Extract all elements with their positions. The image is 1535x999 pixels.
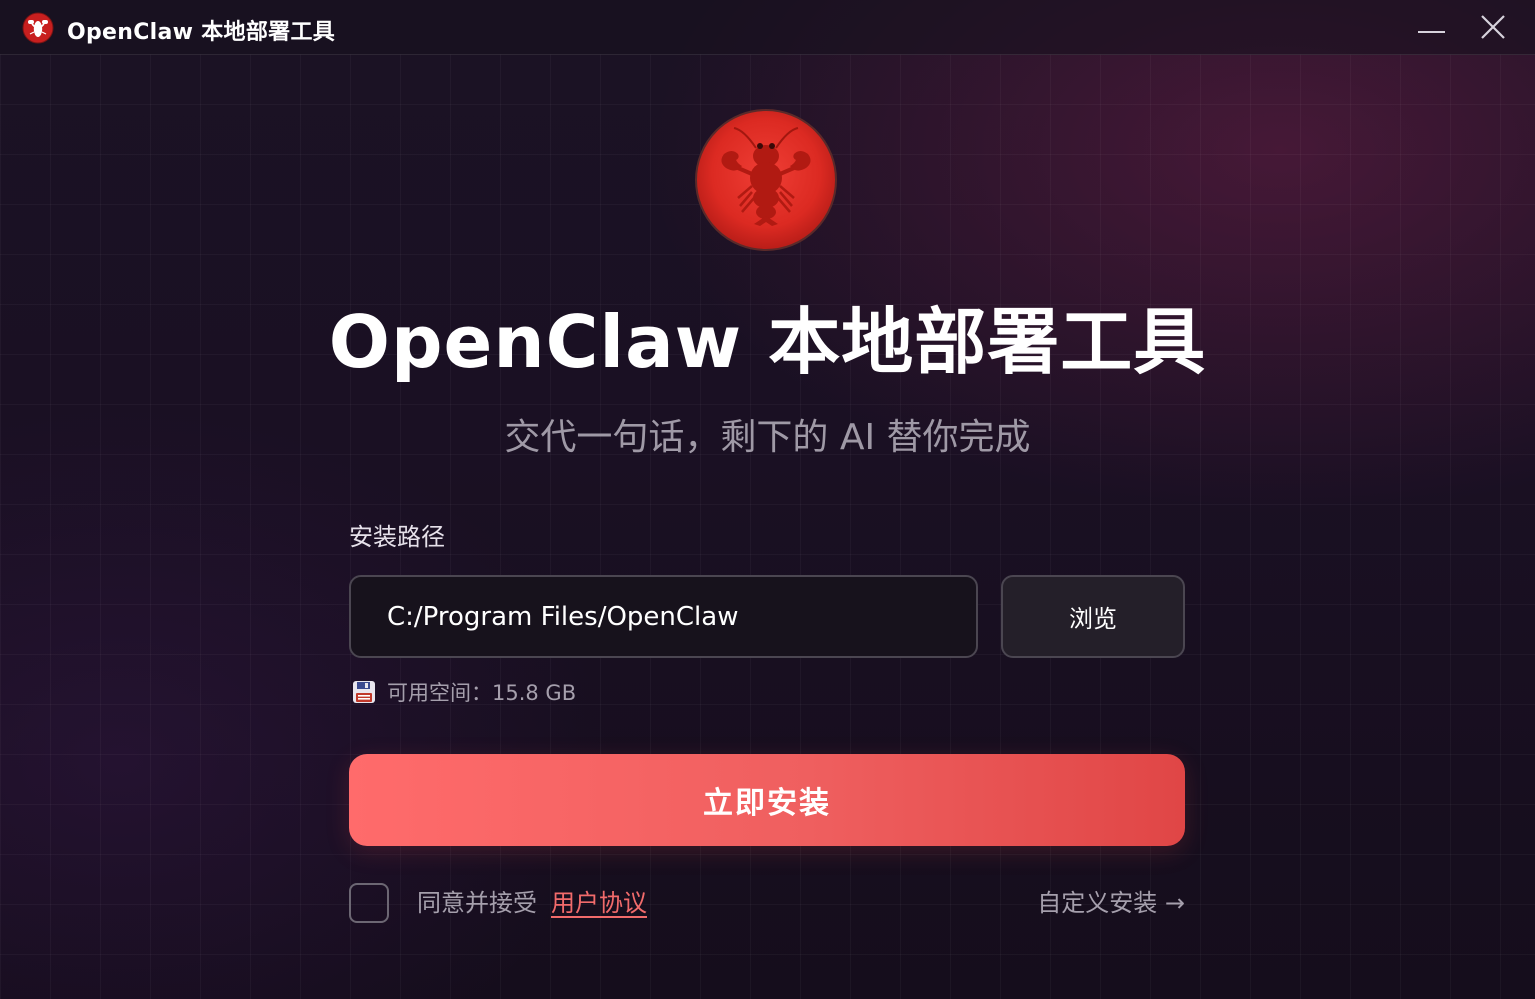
window-title: OpenClaw 本地部署工具 <box>67 20 336 45</box>
browse-button[interactable]: 浏览 <box>1001 575 1185 658</box>
lobster-icon <box>694 108 838 252</box>
install-path-input[interactable] <box>349 575 978 658</box>
available-space: 可用空间：15.8 GB <box>351 676 576 708</box>
user-agreement-link[interactable]: 用户协议 <box>551 886 647 920</box>
title-bar: OpenClaw 本地部署工具 <box>0 0 1535 55</box>
agreement-text: 同意并接受 <box>417 889 537 917</box>
lobster-icon <box>22 12 54 44</box>
close-icon[interactable] <box>1474 10 1514 46</box>
floppy-disk-icon <box>351 679 377 705</box>
available-space-text: 可用空间：15.8 GB <box>387 681 577 705</box>
minimize-icon[interactable] <box>1412 14 1452 44</box>
install-now-button[interactable]: 立即安装 <box>349 754 1185 846</box>
install-path-label: 安装路径 <box>349 523 445 551</box>
app-subtitle: 交代一句话，剩下的 AI 替你完成 <box>504 417 1031 458</box>
app-title: OpenClaw 本地部署工具 <box>328 300 1207 384</box>
custom-install-link[interactable]: 自定义安装 → <box>1037 886 1185 920</box>
agreement-checkbox[interactable] <box>349 883 389 923</box>
